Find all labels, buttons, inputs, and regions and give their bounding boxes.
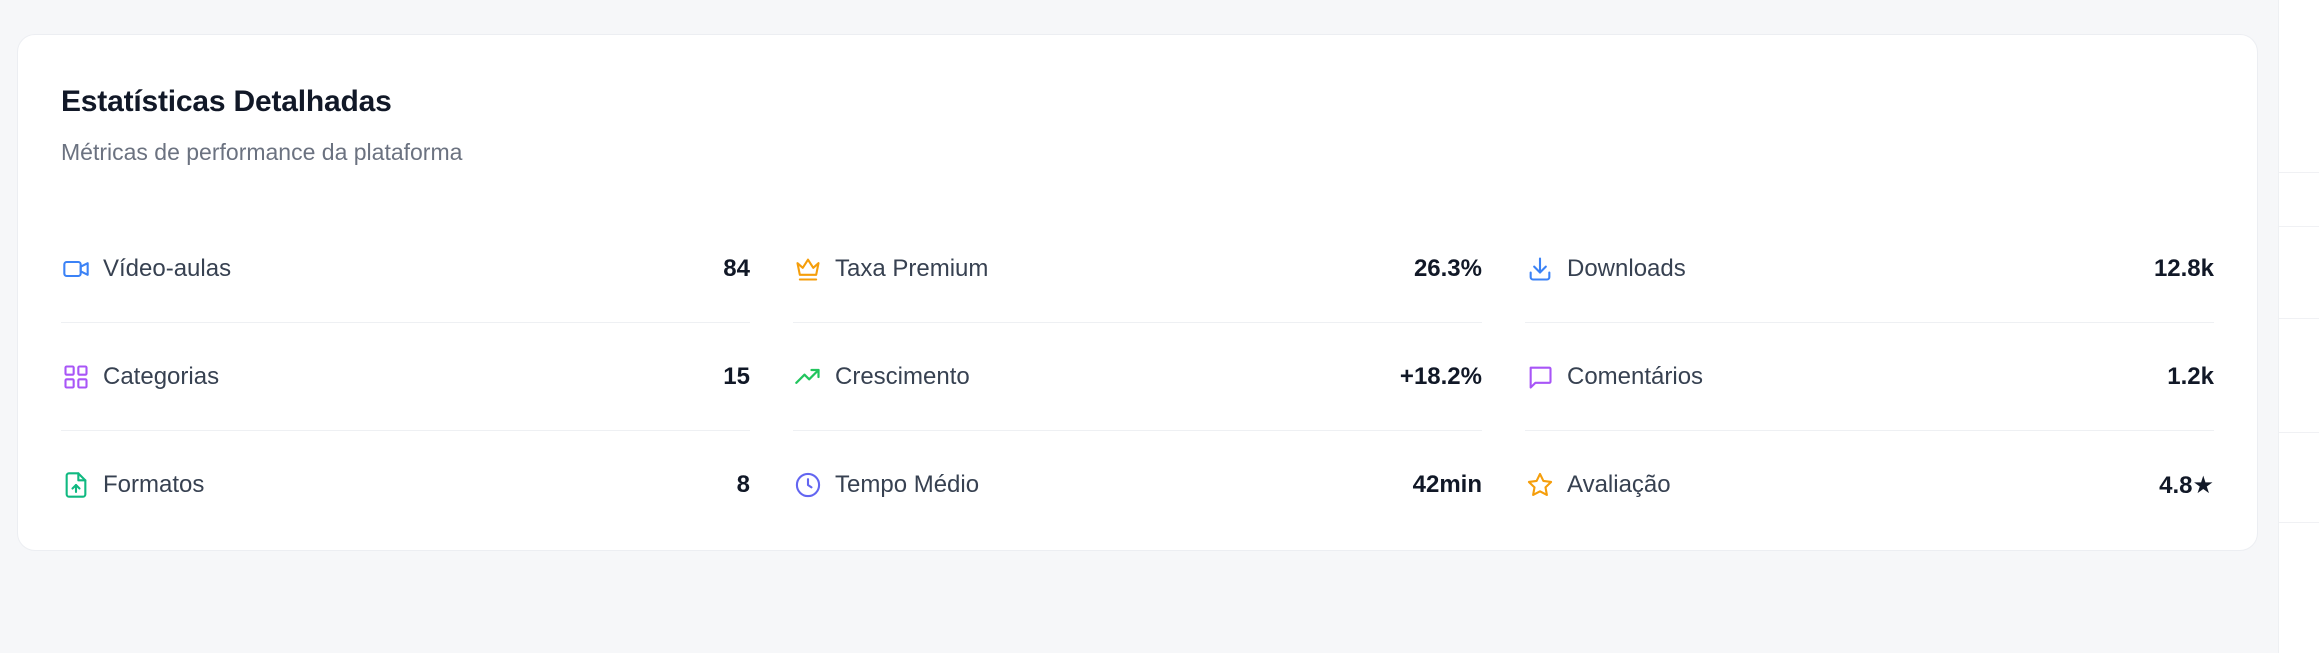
divider	[2279, 522, 2319, 523]
card-title: Estatísticas Detalhadas	[61, 85, 392, 118]
stats-column: Downloads 12.8k Comentários 1.2k Avaliaç…	[1525, 215, 2214, 539]
stat-label: Taxa Premium	[835, 255, 989, 282]
download-icon	[1525, 254, 1555, 284]
video-icon	[61, 254, 91, 284]
file-upload-icon	[61, 470, 91, 500]
stat-label: Crescimento	[835, 363, 970, 390]
card-subtitle: Métricas de performance da plataforma	[61, 139, 463, 165]
stat-value: 15	[723, 363, 750, 390]
divider	[2279, 172, 2319, 173]
stat-label: Vídeo-aulas	[103, 255, 232, 282]
stat-row-categorias: Categorias 15	[61, 323, 750, 431]
stat-row-downloads: Downloads 12.8k	[1525, 215, 2214, 323]
grid-icon	[61, 362, 91, 392]
stat-row-formatos: Formatos 8	[61, 431, 750, 539]
detailed-stats-card: Estatísticas Detalhadas Métricas de perf…	[17, 34, 2258, 551]
stat-row-tempo-medio: Tempo Médio 42min	[793, 431, 1482, 539]
stat-row-video-aulas: Vídeo-aulas 84	[61, 215, 750, 323]
stat-value: 8	[736, 471, 750, 498]
stat-row-crescimento: Crescimento +18.2%	[793, 323, 1482, 431]
star-icon	[1525, 470, 1555, 500]
stat-row-taxa-premium: Taxa Premium 26.3%	[793, 215, 1482, 323]
stats-column: Taxa Premium 26.3% Crescimento +18.2% Te…	[793, 215, 1482, 539]
divider	[2279, 226, 2319, 227]
stat-label: Avaliação	[1567, 471, 1671, 498]
stat-value: +18.2%	[1399, 363, 1482, 390]
divider	[2279, 318, 2319, 319]
crown-icon	[793, 254, 823, 284]
stat-value: 26.3%	[1413, 255, 1482, 282]
stat-value: 4.8★	[2159, 471, 2214, 499]
stat-value: 12.8k	[2153, 255, 2214, 282]
stat-label: Tempo Médio	[835, 471, 980, 498]
right-panel-edge	[2278, 0, 2319, 653]
stats-grid: Vídeo-aulas 84 Categorias 15 Formatos 8 …	[61, 215, 2216, 539]
page: Estatísticas Detalhadas Métricas de perf…	[0, 0, 2319, 653]
stat-value: 84	[723, 255, 750, 282]
stats-column: Vídeo-aulas 84 Categorias 15 Formatos 8	[61, 215, 750, 539]
stat-row-comentarios: Comentários 1.2k	[1525, 323, 2214, 431]
stat-value: 42min	[1412, 471, 1482, 498]
divider	[2279, 432, 2319, 433]
trending-up-icon	[793, 362, 823, 392]
stat-label: Categorias	[103, 363, 220, 390]
stat-value: 1.2k	[2167, 363, 2214, 390]
stat-label: Downloads	[1567, 255, 1686, 282]
stat-row-avaliacao: Avaliação 4.8★	[1525, 431, 2214, 539]
stat-label: Comentários	[1567, 363, 1704, 390]
stat-label: Formatos	[103, 471, 205, 498]
clock-icon	[793, 470, 823, 500]
message-icon	[1525, 362, 1555, 392]
